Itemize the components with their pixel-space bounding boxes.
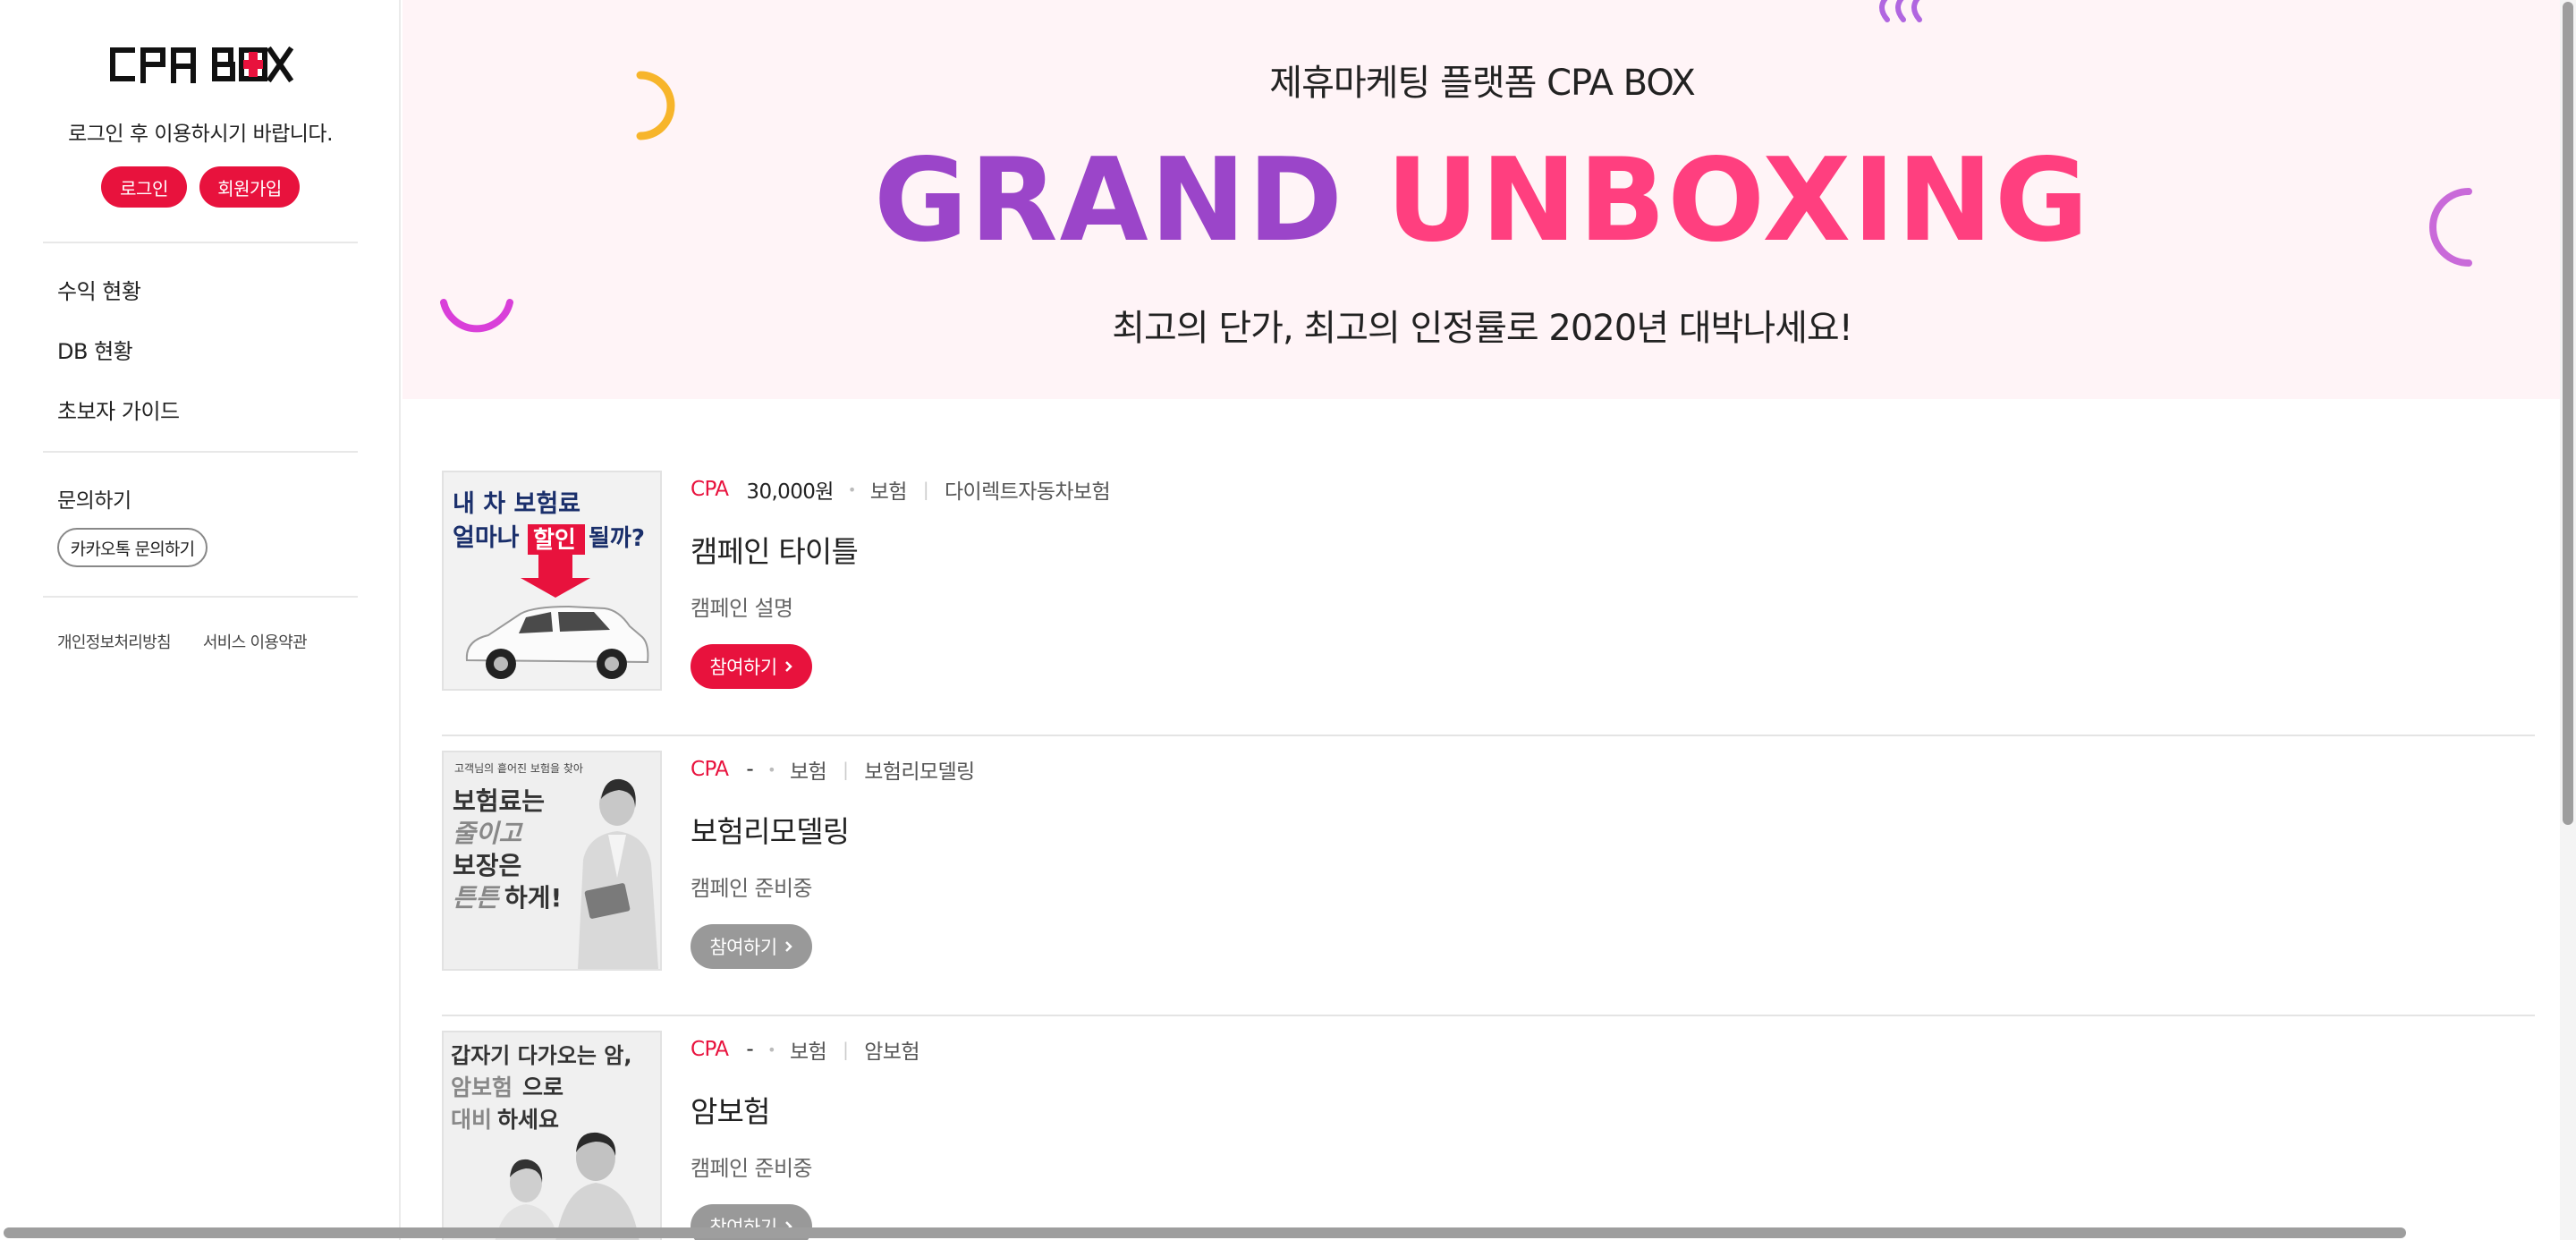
thumb-text: 내 차 보험료 <box>453 490 580 518</box>
campaign-meta: CPA - • 보험 | 보험리모델링 <box>691 754 975 785</box>
campaign-description: 캠페인 준비중 <box>691 876 813 901</box>
join-campaign-button[interactable]: 참여하기 <box>691 924 812 969</box>
thumb-text: 으로 <box>522 1074 564 1100</box>
campaign-info: CPA - • 보험 | 암보험 암보험 캠페인 준비중 <box>691 1034 920 1182</box>
divider <box>43 451 358 453</box>
thumb-text: 줄이고 <box>453 819 524 848</box>
campaign-meta: CPA 30,000원 • 보험 | 다이렉트자동차보험 <box>691 474 1111 505</box>
thumb-text: 튼튼 <box>453 883 501 913</box>
campaign-category: 보험 <box>869 480 908 504</box>
footer-links: 개인정보처리방침 서비스 이용약관 <box>57 630 308 653</box>
separator-bar: | <box>922 479 929 500</box>
campaign-title[interactable]: 캠페인 타이틀 <box>691 528 1110 571</box>
campaign-info: CPA 30,000원 • 보험 | 다이렉트자동차보험 캠페인 타이틀 캠페인… <box>691 474 1111 622</box>
campaign-thumbnail[interactable]: 내 차 보험료 얼마나 할인 될까? <box>442 471 662 691</box>
campaign-description: 캠페인 준비중 <box>691 1156 813 1181</box>
campaign-subcategory: 다이렉트자동차보험 <box>944 480 1111 504</box>
campaign-row: 갑자기 다가오는 암, 암보험 으로 대비 하세요 CPA - • 보험 | 암… <box>442 1016 2535 1240</box>
auth-buttons: 로그인 회원가입 <box>0 166 401 208</box>
thumb-text: 하세요 <box>497 1107 559 1133</box>
inquiry-title: 문의하기 <box>57 489 131 513</box>
campaign-type: CPA <box>691 478 729 501</box>
campaign-thumbnail[interactable]: 고객님의 흩어진 보험을 찾아 보험료는 줄이고 보장은 튼튼 하게! <box>442 751 662 971</box>
horizontal-scrollbar-thumb[interactable] <box>4 1227 2406 1238</box>
chevron-right-icon <box>784 661 792 672</box>
signup-button[interactable]: 회원가입 <box>199 166 300 208</box>
divider <box>43 242 358 243</box>
campaign-row: 내 차 보험료 얼마나 할인 될까? CPA 30,000원 • 보험 | 다이… <box>442 456 2535 736</box>
hero-banner[interactable]: 제휴마케팅 플랫폼 CPA BOX GRAND UNBOXING 최고의 단가,… <box>402 0 2562 399</box>
campaign-price: 30,000원 <box>746 480 834 504</box>
thumb-text: 고객님의 흩어진 보험을 찾아 <box>454 761 583 775</box>
banner-headline-unboxing: UNBOXING <box>1385 134 2090 268</box>
cpa-box-logo[interactable] <box>107 45 295 84</box>
campaign-subcategory: 보험리모델링 <box>864 760 975 784</box>
nav-item-beginner-guide[interactable]: 초보자 가이드 <box>57 394 180 425</box>
join-button-label: 참여하기 <box>709 657 777 678</box>
thumb-text: 암보험 <box>451 1074 513 1100</box>
kakao-inquiry-button[interactable]: 카카오톡 문의하기 <box>57 528 208 567</box>
campaign-price: - <box>746 758 754 781</box>
terms-of-service-link[interactable]: 서비스 이용약관 <box>203 630 308 653</box>
nav-item-db-status[interactable]: DB 현황 <box>57 334 133 365</box>
join-campaign-button[interactable]: 참여하기 <box>691 644 812 689</box>
vertical-scrollbar[interactable] <box>2560 0 2576 1240</box>
banner-subtitle: 제휴마케팅 플랫폼 CPA BOX <box>1269 63 1695 104</box>
banner-description: 최고의 단가, 최고의 인정률로 2020년 대박나세요! <box>1112 308 1853 349</box>
campaign-title[interactable]: 암보험 <box>691 1088 919 1131</box>
chevrons-decoration <box>1879 0 1922 22</box>
campaign-row: 고객님의 흩어진 보험을 찾아 보험료는 줄이고 보장은 튼튼 하게! CPA <box>442 736 2535 1016</box>
banner-headline: GRAND UNBOXING <box>402 134 2562 268</box>
campaign-price: - <box>746 1038 754 1061</box>
horizontal-scrollbar[interactable] <box>0 1224 2560 1240</box>
thumb-text: 될까? <box>589 525 645 552</box>
divider <box>43 596 358 598</box>
campaign-list: 내 차 보험료 얼마나 할인 될까? CPA 30,000원 • 보험 | 다이… <box>442 456 2535 1240</box>
login-button[interactable]: 로그인 <box>101 166 187 208</box>
thumb-text: 하게! <box>504 883 562 913</box>
campaign-type: CPA <box>691 1038 729 1061</box>
campaign-description: 캠페인 설명 <box>691 596 793 621</box>
thumb-text: 할인 <box>533 527 576 554</box>
campaign-category: 보험 <box>789 760 827 784</box>
privacy-policy-link[interactable]: 개인정보처리방침 <box>57 630 172 653</box>
separator-dot: • <box>767 1040 775 1058</box>
campaign-thumbnail[interactable]: 갑자기 다가오는 암, 암보험 으로 대비 하세요 <box>442 1031 662 1240</box>
separator-dot: • <box>767 760 775 778</box>
campaign-meta: CPA - • 보험 | 암보험 <box>691 1034 920 1065</box>
sidebar: 로그인 후 이용하시기 바랍니다. 로그인 회원가입 수익 현황 DB 현황 초… <box>0 0 401 1240</box>
nav-item-earnings[interactable]: 수익 현황 <box>57 274 141 305</box>
join-button-label: 참여하기 <box>709 937 777 958</box>
login-message: 로그인 후 이용하시기 바랍니다. <box>68 123 333 146</box>
separator-bar: | <box>843 1039 849 1060</box>
chevron-right-icon <box>784 941 792 952</box>
separator-bar: | <box>843 759 849 780</box>
campaign-type: CPA <box>691 758 729 781</box>
thumb-text: 얼마나 <box>453 524 520 552</box>
banner-headline-grand: GRAND <box>874 134 1345 268</box>
thumb-text: 대비 <box>451 1107 492 1133</box>
campaign-info: CPA - • 보험 | 보험리모델링 보험리모델링 캠페인 준비중 <box>691 754 975 902</box>
thumb-text: 보험료는 <box>453 786 545 816</box>
separator-dot: • <box>847 480 856 498</box>
vertical-scrollbar-thumb[interactable] <box>2563 2 2573 825</box>
campaign-subcategory: 암보험 <box>864 1040 919 1064</box>
campaign-category: 보험 <box>789 1040 827 1064</box>
thumb-text: 보장은 <box>453 851 521 880</box>
campaign-title[interactable]: 보험리모델링 <box>691 808 975 851</box>
thumb-text: 갑자기 다가오는 암, <box>451 1043 631 1068</box>
